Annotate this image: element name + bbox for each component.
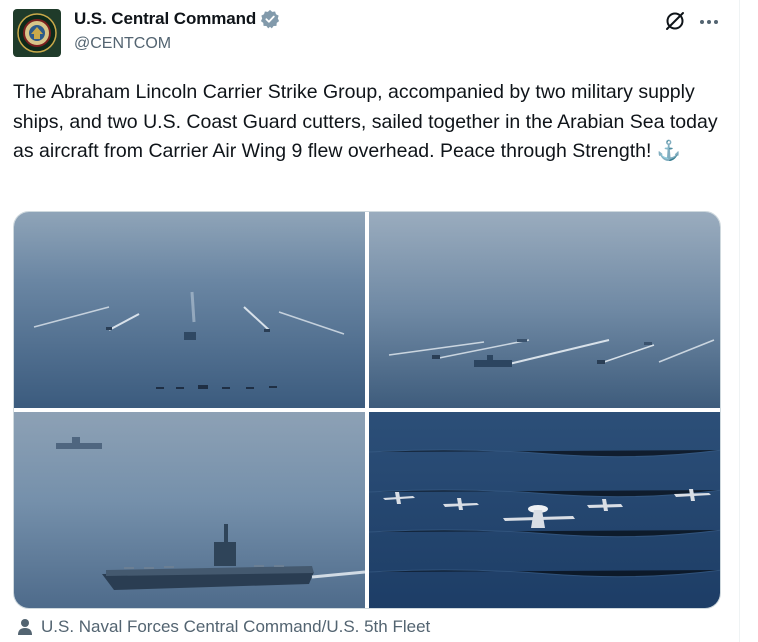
aircraft-formation-photo	[369, 412, 720, 608]
media-credit-text: U.S. Naval Forces Central Command/U.S. 5…	[41, 617, 431, 636]
media-image-4[interactable]	[369, 412, 720, 608]
more-button[interactable]	[698, 12, 720, 32]
centcom-seal-icon	[17, 13, 57, 53]
aircraft-carrier-photo	[14, 412, 365, 608]
media-image-1[interactable]	[14, 212, 365, 408]
author-handle[interactable]: @CENTCOM	[74, 35, 171, 53]
more-horizontal-icon	[700, 20, 704, 24]
author-name-row[interactable]: U.S. Central Command	[74, 9, 280, 29]
tweet-text: The Abraham Lincoln Carrier Strike Group…	[13, 78, 723, 167]
media-credit: U.S. Naval Forces Central Command/U.S. 5…	[17, 617, 430, 637]
tweet-body: The Abraham Lincoln Carrier Strike Group…	[13, 81, 723, 162]
strike-group-photo	[369, 212, 720, 408]
media-image-3[interactable]	[14, 412, 365, 608]
media-image-2[interactable]	[369, 212, 720, 408]
timeline-divider	[739, 0, 740, 642]
media-grid	[13, 211, 721, 609]
ships-formation-photo	[14, 212, 365, 408]
avatar[interactable]	[13, 9, 61, 57]
grok-slash-circle-icon	[666, 12, 684, 30]
person-icon	[18, 619, 32, 635]
display-name[interactable]: U.S. Central Command	[74, 9, 256, 29]
verified-badge-icon	[261, 9, 280, 29]
anchor-emoji: ⚓	[656, 140, 682, 162]
grok-button[interactable]	[664, 10, 686, 32]
